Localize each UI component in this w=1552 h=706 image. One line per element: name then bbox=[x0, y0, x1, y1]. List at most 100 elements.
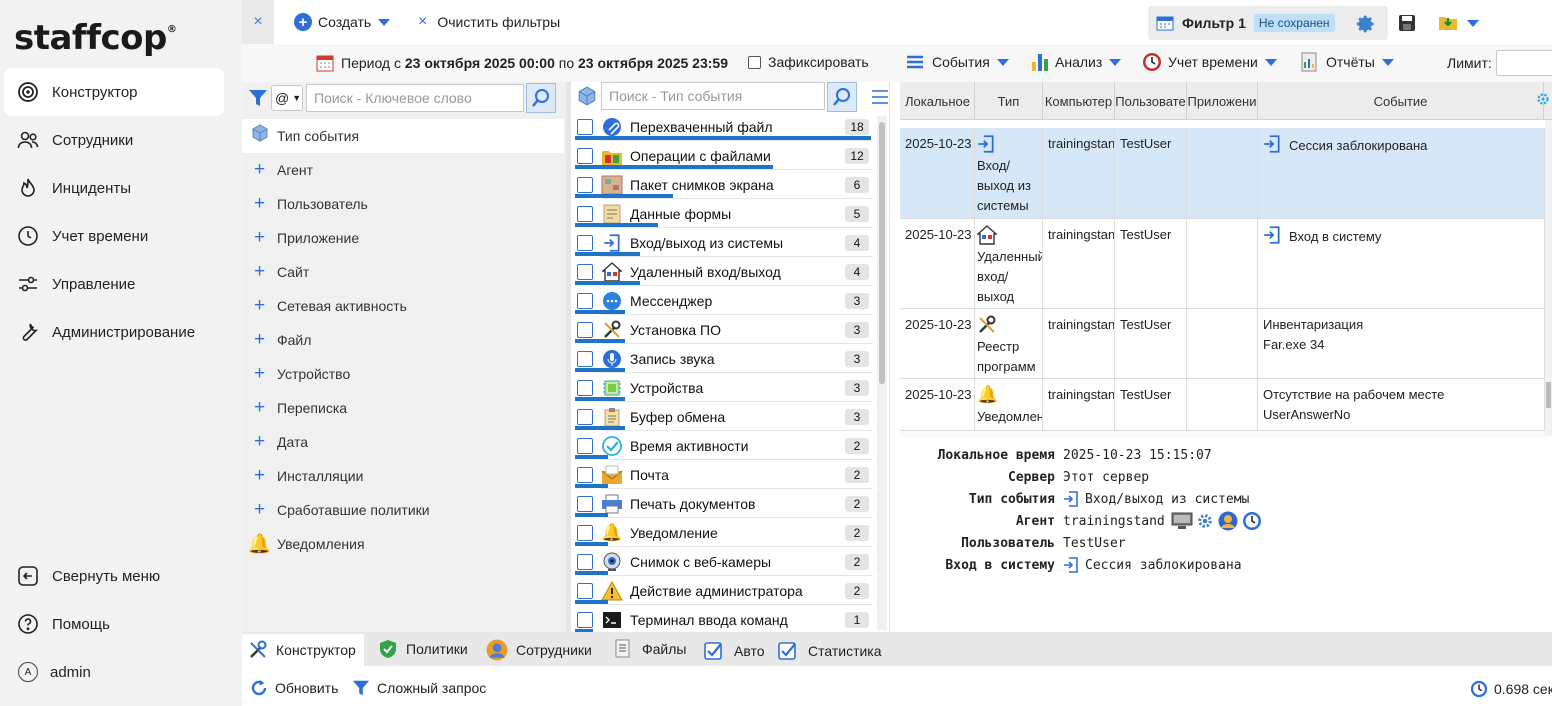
column-type[interactable]: Тип bbox=[975, 82, 1043, 120]
nav-item-time-tracking[interactable]: Учет времени bbox=[4, 212, 224, 260]
checkbox[interactable] bbox=[748, 55, 761, 69]
nav-item-administration[interactable]: Администрирование bbox=[4, 308, 224, 356]
plus-icon[interactable]: + bbox=[242, 363, 277, 385]
detail-event-type[interactable]: Вход/выход из системы bbox=[1063, 490, 1249, 508]
splitter[interactable] bbox=[889, 82, 900, 632]
event-type-row[interactable]: Действие администратора 2 bbox=[571, 576, 873, 605]
column-user[interactable]: Пользовате bbox=[1115, 82, 1187, 120]
scrollbar-thumb[interactable] bbox=[1546, 382, 1551, 408]
close-panel-button[interactable]: × bbox=[242, 0, 274, 44]
checkbox[interactable] bbox=[577, 118, 593, 135]
period-selector[interactable]: Период с 23 октября 2025 00:00 по 23 окт… bbox=[316, 54, 728, 72]
table-row[interactable]: 2025-10-23 Вход/ выход из системы training… bbox=[900, 128, 1545, 219]
checkbox[interactable] bbox=[577, 379, 593, 396]
operator-select[interactable]: @ ▼ bbox=[271, 85, 303, 111]
column-local-time[interactable]: Локальное в bbox=[900, 82, 975, 120]
category-item[interactable]: + Инсталляции bbox=[242, 459, 566, 493]
clock-icon[interactable] bbox=[1242, 511, 1262, 531]
plus-icon[interactable]: + bbox=[242, 261, 277, 283]
event-type-row[interactable]: Операции с файлами 12 bbox=[571, 141, 873, 170]
time-tracking-menu[interactable]: Учет времени bbox=[1142, 52, 1277, 72]
plus-icon[interactable]: + bbox=[242, 499, 277, 521]
columns-settings-icon[interactable] bbox=[1534, 90, 1552, 108]
user-icon[interactable] bbox=[1218, 511, 1238, 531]
category-item[interactable]: + Переписка bbox=[242, 391, 566, 425]
refresh-button[interactable]: Обновить bbox=[250, 679, 338, 697]
category-item[interactable]: + Устройство bbox=[242, 357, 566, 391]
checkbox[interactable] bbox=[577, 350, 593, 367]
table-row[interactable]: 2025-10-23🔔 УведомлениtrainingstandTestUs… bbox=[900, 379, 1545, 431]
category-item[interactable]: + Пользователь bbox=[242, 187, 566, 221]
tab-constructor[interactable]: Конструктор bbox=[242, 632, 364, 666]
checkbox[interactable] bbox=[577, 582, 593, 599]
reports-menu[interactable]: Отчёты bbox=[1300, 52, 1394, 72]
category-item[interactable]: + Сетевая активность bbox=[242, 289, 566, 323]
user-menu[interactable]: A admin bbox=[4, 648, 224, 696]
event-type-row[interactable]: Пакет снимков экрана 6 bbox=[571, 170, 873, 199]
gear-icon[interactable] bbox=[1196, 512, 1214, 530]
checkbox[interactable] bbox=[577, 263, 593, 280]
collapse-menu-button[interactable]: Свернуть меню bbox=[4, 552, 224, 600]
limit-input[interactable] bbox=[1496, 50, 1552, 76]
event-type-search-input[interactable]: Поиск - Тип события bbox=[601, 82, 825, 110]
tab-policies[interactable]: Политики bbox=[378, 639, 468, 659]
scrollbar[interactable] bbox=[1545, 120, 1552, 436]
search-button[interactable] bbox=[526, 83, 556, 113]
analysis-menu[interactable]: Анализ bbox=[1031, 52, 1122, 72]
chevron-down-icon[interactable] bbox=[1467, 20, 1479, 27]
detail-login[interactable]: Сессия заблокирована bbox=[1063, 556, 1242, 574]
nav-item-incidents[interactable]: Инциденты bbox=[4, 164, 224, 212]
event-type-row[interactable]: Снимок с веб-камеры 2 bbox=[571, 547, 873, 576]
category-item[interactable]: + Дата bbox=[242, 425, 566, 459]
plus-icon[interactable]: + bbox=[242, 465, 277, 487]
checkbox[interactable] bbox=[577, 611, 593, 628]
category-item[interactable]: + Сработавшие политики bbox=[242, 493, 566, 527]
category-event-type[interactable]: Тип события bbox=[242, 119, 564, 153]
event-type-row[interactable]: Время активности 2 bbox=[571, 431, 873, 460]
tab-files[interactable]: Файлы bbox=[614, 639, 686, 659]
plus-icon[interactable]: + bbox=[242, 431, 277, 453]
checkbox[interactable] bbox=[577, 524, 593, 541]
event-type-row[interactable]: Почта 2 bbox=[571, 460, 873, 489]
column-event[interactable]: Событие bbox=[1258, 82, 1544, 120]
event-type-row[interactable]: Удаленный вход/выход 4 bbox=[571, 257, 873, 286]
export-folder-icon[interactable] bbox=[1438, 12, 1458, 32]
event-type-row[interactable]: Данные формы 5 bbox=[571, 199, 873, 228]
category-notifications[interactable]: 🔔 Уведомления bbox=[242, 527, 566, 561]
checkbox[interactable] bbox=[577, 553, 593, 570]
event-type-row[interactable]: Перехваченный файл 18 bbox=[571, 112, 873, 141]
category-item[interactable]: + Файл bbox=[242, 323, 566, 357]
save-icon[interactable] bbox=[1398, 14, 1416, 32]
event-type-row[interactable]: Установка ПО 3 bbox=[571, 315, 873, 344]
category-item[interactable]: + Сайт bbox=[242, 255, 566, 289]
event-type-row[interactable]: Печать документов 2 bbox=[571, 489, 873, 518]
event-type-row[interactable]: 🔔 Уведомление 2 bbox=[571, 518, 873, 547]
plus-icon[interactable]: + bbox=[242, 193, 277, 215]
nav-item-employees[interactable]: Сотрудники bbox=[4, 116, 224, 164]
table-row[interactable]: 2025-10-23 Удаленный вход/ выход trainings… bbox=[900, 219, 1545, 309]
event-type-row[interactable]: Запись звука 3 bbox=[571, 344, 873, 373]
plus-icon[interactable]: + bbox=[242, 397, 277, 419]
tab-auto[interactable]: Авто bbox=[704, 641, 765, 661]
nav-item-management[interactable]: Управление bbox=[4, 260, 224, 308]
search-button[interactable] bbox=[827, 82, 857, 112]
checkbox[interactable] bbox=[577, 408, 593, 425]
gear-icon[interactable] bbox=[1356, 14, 1376, 34]
tab-employees[interactable]: Сотрудники bbox=[486, 639, 592, 661]
checkbox[interactable] bbox=[577, 466, 593, 483]
menu-icon[interactable] bbox=[871, 89, 889, 105]
column-computer[interactable]: Компьютер bbox=[1043, 82, 1115, 120]
computer-icon[interactable] bbox=[1171, 512, 1193, 530]
event-type-row[interactable]: Терминал ввода команд 1 bbox=[571, 605, 873, 632]
category-item[interactable]: + Агент bbox=[242, 153, 566, 187]
plus-icon[interactable]: + bbox=[242, 159, 277, 181]
fix-period-checkbox[interactable]: Зафиксировать bbox=[748, 54, 869, 70]
checkbox[interactable] bbox=[577, 205, 593, 222]
checkbox[interactable] bbox=[577, 292, 593, 309]
create-button[interactable]: + Создать bbox=[294, 13, 391, 31]
plus-icon[interactable]: + bbox=[242, 329, 277, 351]
column-application[interactable]: Приложени bbox=[1187, 82, 1258, 120]
events-menu[interactable]: События bbox=[906, 54, 1009, 70]
event-type-row[interactable]: Буфер обмена 3 bbox=[571, 402, 873, 431]
clear-filters-button[interactable]: × Очистить фильтры bbox=[418, 13, 560, 31]
